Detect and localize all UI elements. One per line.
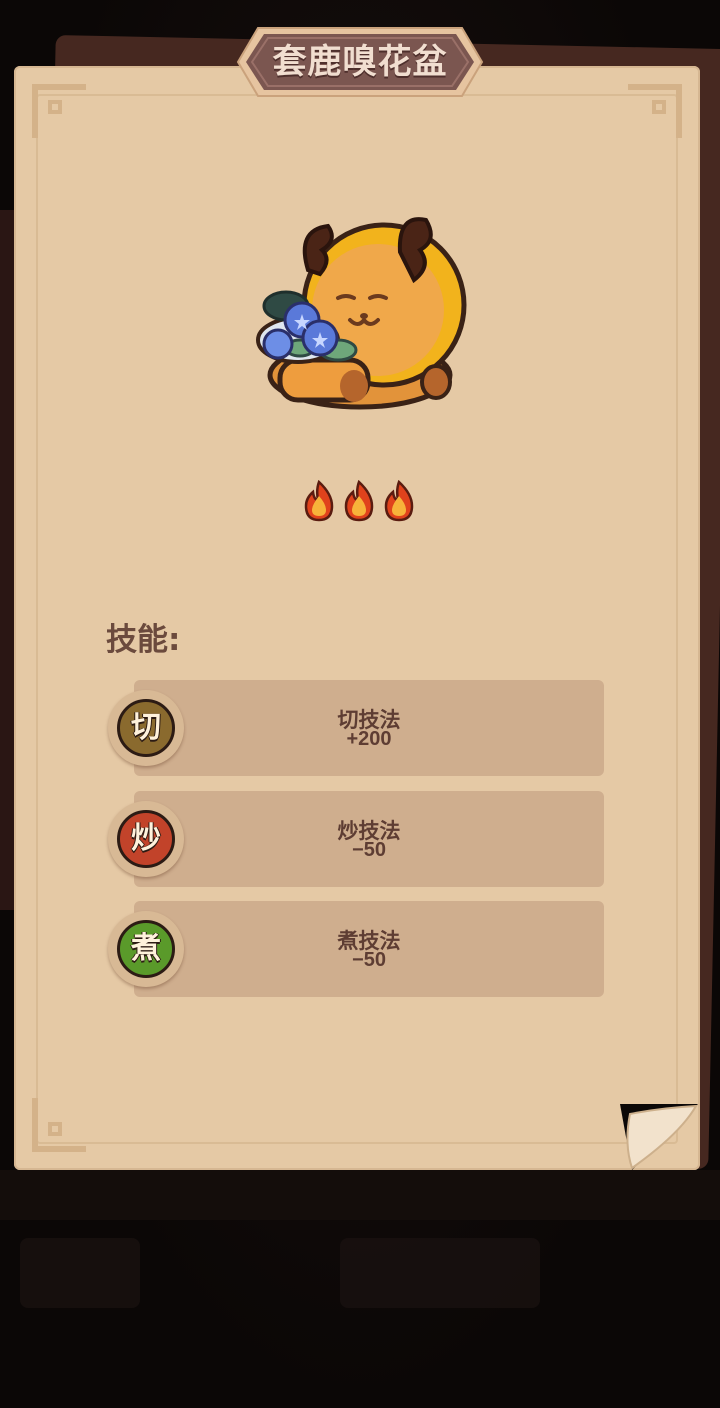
corner-ornament-dot <box>48 100 62 114</box>
rating-flames <box>302 480 418 522</box>
game-screen: 套鹿嗅花盆 技能: 切 切技法 +200 炒 炒技法 −50 煮 煮技法 −50 <box>0 0 720 1408</box>
flame-icon <box>384 480 414 522</box>
skill-value: −50 <box>352 839 386 861</box>
corner-ornament-dot <box>652 100 666 114</box>
skill-value: −50 <box>352 949 386 971</box>
corner-ornament-dot <box>48 1122 62 1136</box>
skill-row-boil: 煮 煮技法 −50 <box>108 901 608 997</box>
skill-row-stirfry: 炒 炒技法 −50 <box>108 791 608 887</box>
skills-heading: 技能: <box>106 622 181 658</box>
background-ghost-item <box>340 1238 540 1308</box>
background-strip <box>0 1170 720 1220</box>
skill-row-cut: 切 切技法 +200 <box>108 680 608 776</box>
flame-icon <box>344 480 374 522</box>
skill-value: +200 <box>346 728 392 750</box>
background-ghost-item <box>20 1238 140 1308</box>
page-title: 套鹿嗅花盆 <box>272 42 448 82</box>
flame-icon <box>304 480 334 522</box>
deer-flowerpot-character-icon <box>256 217 467 410</box>
page-curl-icon <box>620 1104 698 1170</box>
